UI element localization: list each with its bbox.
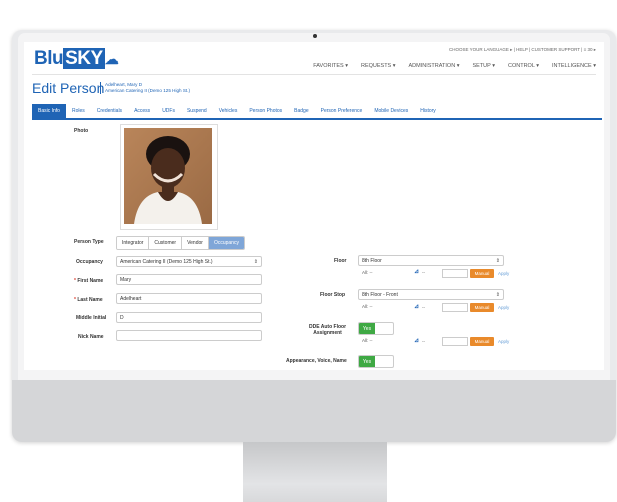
tab-udfs[interactable]: UDFs: [156, 104, 181, 118]
dde-manual-input[interactable]: [442, 337, 468, 346]
floor-stop-apply-link[interactable]: Apply: [498, 305, 509, 310]
appearance-toggle-yes: Yes: [359, 356, 375, 367]
tab-mobile-devices[interactable]: Mobile Devices: [368, 104, 414, 118]
screen: Blu SKY ☁ CHOOSE YOUR LANGUAGE ▸ | HELP | …: [24, 42, 604, 370]
floor-stop-all-text: All: --: [362, 304, 373, 309]
page-title: Edit Person: [32, 80, 105, 96]
person-summary: Adelheart, Mary D American Catering II (…: [100, 82, 190, 94]
tab-access[interactable]: Access: [128, 104, 156, 118]
header-divider: [32, 74, 596, 75]
person-type-customer[interactable]: Customer: [149, 237, 183, 249]
floor-stop-manual-input[interactable]: [442, 303, 468, 312]
dde-toggle-yes: Yes: [359, 323, 375, 334]
person-type-label: Person Type: [74, 239, 104, 245]
floor-stop-manual-button[interactable]: Manual: [470, 303, 494, 312]
nav-favorites[interactable]: FAVORITES ▾: [313, 63, 348, 69]
tab-bar: Basic Info Roles Credentials Access UDFs…: [32, 104, 602, 120]
dde-toggle[interactable]: Yes: [358, 322, 394, 335]
nav-control[interactable]: CONTROL ▾: [508, 63, 539, 69]
middle-initial-label: Middle Initial: [76, 315, 107, 321]
person-photo-image: [124, 128, 212, 224]
dde-apply-link[interactable]: Apply: [498, 339, 509, 344]
logo-text-sky: SKY: [63, 48, 105, 69]
occupancy-value: American Catering II (Demo 125 High St.): [120, 258, 213, 265]
floor-select[interactable]: 8th Floor ⇕: [358, 255, 504, 266]
nav-requests[interactable]: REQUESTS ▾: [361, 63, 396, 69]
person-type-selector: Integrator Customer Vendor Occupancy: [116, 236, 245, 250]
tab-person-preference[interactable]: Person Preference: [315, 104, 369, 118]
top-navigation: FAVORITES ▾ REQUESTS ▾ ADMINISTRATION ▾ …: [313, 63, 596, 69]
floor-stop-select[interactable]: 8th Floor - Front ⇕: [358, 289, 504, 300]
tab-basic-info[interactable]: Basic Info: [32, 104, 66, 118]
select-arrow-icon: ⇕: [495, 258, 500, 264]
person-type-occupancy[interactable]: Occupancy: [208, 237, 244, 249]
last-name-label: * Last Name: [74, 297, 103, 303]
dde-label: DDE Auto Floor Assignment: [309, 324, 346, 336]
camera-icon: [313, 34, 317, 38]
select-arrow-icon: ⇕: [495, 292, 500, 298]
floor-all-text: All: --: [362, 270, 373, 275]
dde-label-line2: Assignment: [313, 330, 342, 336]
floor-building-icon[interactable]: ⊿: [414, 268, 419, 275]
person-company: American Catering II (Demo 125 High St.): [105, 88, 191, 93]
select-arrow-icon: ⇕: [253, 259, 258, 265]
nick-name-label: Nick Name: [78, 334, 104, 340]
tab-history[interactable]: History: [414, 104, 442, 118]
photo-label: Photo: [74, 128, 89, 134]
last-name-label-text: Last Name: [77, 297, 103, 303]
occupancy-select[interactable]: American Catering II (Demo 125 High St.)…: [116, 256, 262, 267]
person-photo[interactable]: [120, 124, 218, 230]
nick-name-field[interactable]: [116, 330, 262, 341]
first-name-label: * First Name: [74, 278, 103, 284]
occupancy-label: Occupancy: [76, 259, 103, 265]
app-logo[interactable]: Blu SKY ☁: [34, 48, 119, 70]
cloud-icon: ☁: [104, 51, 119, 67]
floor-manual-button[interactable]: Manual: [470, 269, 494, 278]
tab-person-photos[interactable]: Person Photos: [243, 104, 288, 118]
nav-setup[interactable]: SETUP ▾: [472, 63, 495, 69]
first-name-field[interactable]: Mary: [116, 274, 262, 285]
floor-stop-dash: --: [422, 305, 425, 310]
first-name-label-text: First Name: [77, 278, 104, 284]
floor-dash: --: [422, 270, 425, 275]
tab-roles[interactable]: Roles: [66, 104, 91, 118]
floor-stop-label: Floor Stop: [320, 292, 345, 298]
appearance-toggle[interactable]: Yes: [358, 355, 394, 368]
tab-vehicles[interactable]: Vehicles: [213, 104, 244, 118]
required-marker: *: [74, 278, 76, 284]
utility-links[interactable]: CHOOSE YOUR LANGUAGE ▸ | HELP | CUSTOMER…: [449, 47, 596, 53]
floor-apply-link[interactable]: Apply: [498, 271, 509, 276]
nav-administration[interactable]: ADMINISTRATION ▾: [409, 63, 460, 69]
nav-intelligence[interactable]: INTELLIGENCE ▾: [552, 63, 596, 69]
tab-suspend[interactable]: Suspend: [181, 104, 213, 118]
monitor-stand: [243, 442, 387, 502]
dde-building-icon[interactable]: ⊿: [414, 337, 419, 344]
dde-all-text: All: --: [362, 338, 373, 343]
floor-stop-value: 8th Floor - Front: [362, 291, 398, 298]
floor-label: Floor: [334, 258, 347, 264]
person-type-vendor[interactable]: Vendor: [182, 237, 209, 249]
appearance-label: Appearance, Voice, Name: [286, 358, 347, 364]
floor-value: 8th Floor: [362, 257, 382, 264]
dde-manual-button[interactable]: Manual: [470, 337, 494, 346]
middle-initial-field[interactable]: D: [116, 312, 262, 323]
dde-dash: --: [422, 339, 425, 344]
floor-stop-building-icon[interactable]: ⊿: [414, 303, 419, 310]
last-name-field[interactable]: Adelheart: [116, 293, 262, 304]
logo-text-blu: Blu: [34, 48, 64, 69]
required-marker: *: [74, 297, 76, 303]
person-type-integrator[interactable]: Integrator: [117, 237, 150, 249]
monitor-chin: [12, 380, 616, 442]
floor-manual-input[interactable]: [442, 269, 468, 278]
tab-credentials[interactable]: Credentials: [91, 104, 128, 118]
tab-badge[interactable]: Badge: [288, 104, 314, 118]
